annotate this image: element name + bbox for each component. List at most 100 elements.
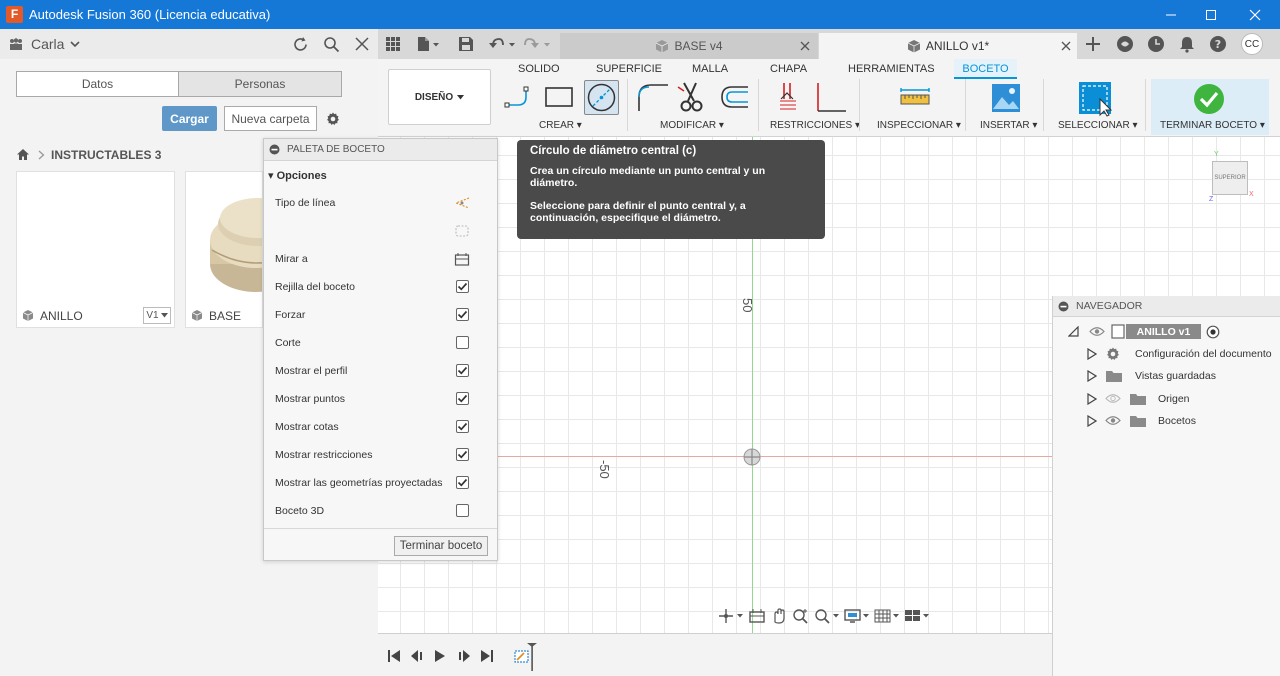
- user-name[interactable]: Carla: [31, 36, 64, 52]
- tab-chapa[interactable]: CHAPA: [770, 63, 807, 75]
- group-label-seleccionar[interactable]: SELECCIONAR ▾: [1058, 120, 1138, 131]
- expand-triangle-icon[interactable]: [1068, 326, 1079, 337]
- tab-boceto[interactable]: BOCETO: [954, 59, 1017, 79]
- upload-button[interactable]: Cargar: [162, 106, 217, 131]
- navigator-item-sketches[interactable]: Bocetos: [1053, 410, 1280, 432]
- close-button[interactable]: [1232, 0, 1278, 29]
- rectangle-tool-icon[interactable]: [542, 83, 576, 111]
- group-label-inspeccionar[interactable]: INSPECCIONAR ▾: [877, 120, 961, 131]
- options-section-header[interactable]: ▾ Opciones: [268, 169, 327, 182]
- look-at-icon[interactable]: [748, 608, 766, 624]
- visibility-eye-hidden-icon[interactable]: [1105, 393, 1121, 404]
- undo-icon[interactable]: [488, 36, 516, 52]
- palette-row[interactable]: Mostrar restricciones: [264, 441, 497, 469]
- insert-image-icon[interactable]: [991, 83, 1021, 113]
- viewports-icon[interactable]: [904, 608, 930, 624]
- palette-row[interactable]: Tipo de línea: [264, 189, 497, 217]
- checkbox-checked[interactable]: [456, 308, 469, 321]
- maximize-button[interactable]: [1188, 0, 1234, 29]
- go-to-end-icon[interactable]: [480, 649, 494, 663]
- coincident-constraint-icon[interactable]: [778, 81, 800, 115]
- visibility-eye-icon[interactable]: [1089, 326, 1105, 337]
- palette-row[interactable]: Mostrar puntos: [264, 385, 497, 413]
- navigator-item-origin[interactable]: Origen: [1053, 388, 1280, 410]
- workspace-selector[interactable]: DISEÑO: [388, 69, 491, 125]
- checkbox-checked[interactable]: [456, 364, 469, 377]
- search-icon[interactable]: [323, 36, 340, 53]
- checkbox-checked[interactable]: [456, 392, 469, 405]
- origin-point-icon[interactable]: [743, 448, 761, 466]
- palette-row[interactable]: Rejilla del boceto: [264, 273, 497, 301]
- play-icon[interactable]: [433, 649, 447, 663]
- tab-solido[interactable]: SOLIDO: [518, 63, 560, 75]
- palette-row[interactable]: Mostrar cotas: [264, 413, 497, 441]
- file-menu-icon[interactable]: [416, 36, 440, 52]
- checkbox-unchecked[interactable]: [456, 336, 469, 349]
- new-folder-button[interactable]: Nueva carpeta: [224, 106, 317, 131]
- palette-row[interactable]: Corte: [264, 329, 497, 357]
- zoom-fit-icon[interactable]: [814, 608, 840, 624]
- visibility-eye-icon[interactable]: [1105, 415, 1121, 426]
- grid-settings-icon[interactable]: [874, 608, 900, 624]
- go-to-start-icon[interactable]: [387, 649, 401, 663]
- tab-personas[interactable]: Personas: [178, 71, 342, 97]
- app-grid-icon[interactable]: [385, 36, 401, 52]
- tab-base-v4[interactable]: BASE v4: [560, 33, 818, 59]
- close-tab-icon[interactable]: [1061, 41, 1071, 51]
- file-card-anillo[interactable]: ANILLO V1: [16, 171, 175, 328]
- notifications-bell-icon[interactable]: [1178, 35, 1196, 53]
- palette-row[interactable]: [264, 217, 497, 245]
- tab-malla[interactable]: MALLA: [692, 63, 728, 75]
- orbit-icon[interactable]: [718, 608, 744, 624]
- collapse-navigator-icon[interactable]: [1058, 301, 1069, 312]
- viewcube[interactable]: SUPERIOR Y X Z: [1204, 151, 1262, 203]
- perpendicular-constraint-icon[interactable]: [812, 81, 848, 115]
- construction-icon[interactable]: [454, 224, 470, 238]
- line-type-icon[interactable]: [454, 196, 470, 210]
- save-icon[interactable]: [458, 36, 474, 52]
- expand-arrow-icon[interactable]: [1087, 370, 1097, 382]
- group-label-modificar[interactable]: MODIFICAR ▾: [660, 120, 724, 131]
- navigator-item-document-settings[interactable]: Configuración del documento: [1053, 343, 1280, 365]
- expand-arrow-icon[interactable]: [1087, 393, 1097, 405]
- select-tool-icon[interactable]: [1078, 81, 1114, 117]
- finish-sketch-button[interactable]: TERMINAR BOCETO ▾: [1151, 79, 1269, 135]
- redo-icon[interactable]: [524, 36, 552, 52]
- navigator-item-named-views[interactable]: Vistas guardadas: [1053, 365, 1280, 387]
- job-status-clock-icon[interactable]: [1147, 35, 1165, 53]
- expand-arrow-icon[interactable]: [1087, 348, 1097, 360]
- settings-gear-icon[interactable]: [325, 111, 341, 127]
- chevron-down-icon[interactable]: [70, 40, 80, 48]
- tab-datos[interactable]: Datos: [16, 71, 179, 97]
- offset-tool-icon[interactable]: [716, 81, 750, 113]
- zoom-icon[interactable]: [792, 608, 810, 624]
- activate-radio-icon[interactable]: [1206, 325, 1220, 339]
- navigator-root-label[interactable]: ANILLO v1: [1126, 324, 1201, 339]
- line-tool-icon[interactable]: [504, 83, 538, 111]
- palette-row[interactable]: Boceto 3D: [264, 497, 497, 525]
- help-icon[interactable]: ?: [1209, 35, 1227, 53]
- pan-hand-icon[interactable]: [770, 608, 788, 624]
- refresh-icon[interactable]: [292, 36, 309, 53]
- home-icon[interactable]: [16, 148, 30, 161]
- group-label-restricciones[interactable]: RESTRICCIONES ▾: [770, 120, 860, 131]
- measure-ruler-icon[interactable]: [900, 87, 930, 109]
- timeline-sketch-feature-icon[interactable]: [513, 642, 539, 672]
- collapse-palette-icon[interactable]: [269, 144, 280, 155]
- extensions-icon[interactable]: [1116, 35, 1134, 53]
- center-diameter-circle-button[interactable]: [584, 80, 619, 115]
- viewcube-face[interactable]: SUPERIOR: [1212, 161, 1248, 195]
- display-settings-icon[interactable]: [844, 608, 870, 624]
- tab-superficie[interactable]: SUPERFICIE: [596, 63, 662, 75]
- close-tab-icon[interactable]: [800, 41, 810, 51]
- finish-sketch-palette-button[interactable]: Terminar boceto: [394, 536, 488, 556]
- palette-row[interactable]: Mostrar las geometrías proyectadas: [264, 469, 497, 497]
- breadcrumb[interactable]: INSTRUCTABLES 3: [51, 148, 161, 162]
- look-at-icon[interactable]: [454, 252, 470, 266]
- tab-anillo-v1[interactable]: ANILLO v1*: [819, 33, 1077, 59]
- expand-arrow-icon[interactable]: [1087, 415, 1097, 427]
- tab-herramientas[interactable]: HERRAMIENTAS: [848, 63, 935, 75]
- palette-row[interactable]: Mirar a: [264, 245, 497, 273]
- checkbox-unchecked[interactable]: [456, 504, 469, 517]
- trim-scissors-icon[interactable]: [676, 81, 710, 115]
